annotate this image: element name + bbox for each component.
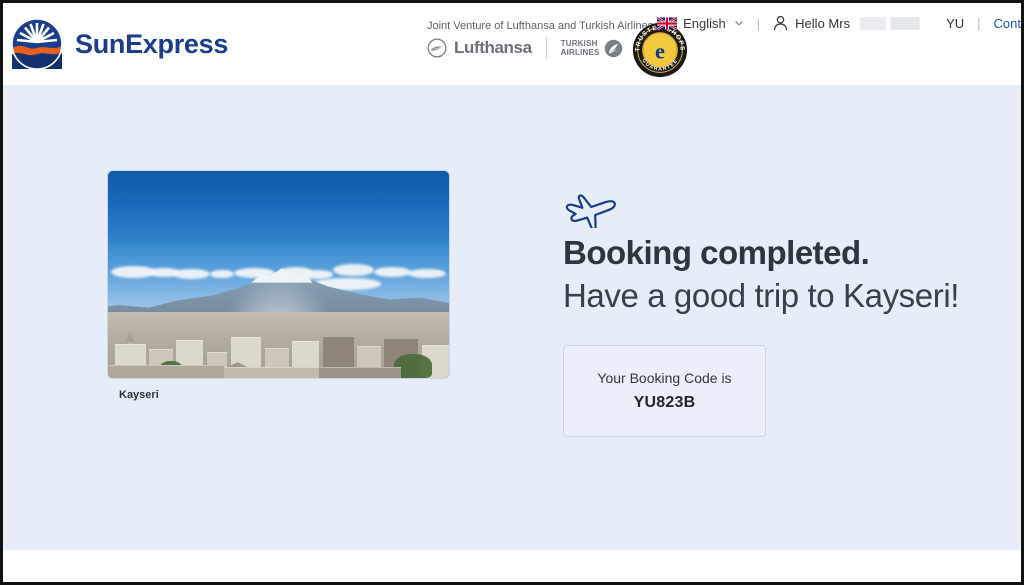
brand-logo[interactable]: SunExpress: [11, 18, 228, 70]
language-label: English: [683, 15, 726, 31]
headline-secondary: Have a good trip to Kayseri!: [563, 277, 960, 314]
user-greeting[interactable]: Hello Mrs YU: [773, 15, 964, 31]
airplane-icon: [565, 194, 616, 228]
contact-link[interactable]: Cont: [994, 16, 1021, 31]
lufthansa-crane-icon: [427, 38, 447, 58]
header-separator-2: |: [977, 15, 981, 31]
booking-code-label: Your Booking Code is: [597, 370, 732, 386]
partner-divider: [545, 37, 547, 59]
browser-screenshot: SunExpress Joint Venture of Lufthansa an…: [0, 0, 1024, 585]
language-selector[interactable]: English: [657, 16, 744, 31]
greeting-text: Hello Mrs: [795, 15, 851, 31]
site-header: SunExpress Joint Venture of Lufthansa an…: [3, 3, 1021, 85]
headline-primary: Booking completed.: [563, 234, 870, 271]
sunexpress-sun-logo-icon: [11, 18, 63, 70]
confirmation-content: Booking completed. Have a good trip to K…: [563, 188, 1013, 437]
page-footer: [3, 550, 1021, 582]
page-body: Kayseri Booking completed. Have a good t…: [3, 85, 1021, 550]
destination-photo: [108, 171, 449, 378]
svg-text:e: e: [655, 38, 665, 63]
booking-code-value: YU823B: [633, 394, 696, 411]
header-utility-nav: English | Hello Mrs YU | Cont: [657, 15, 1021, 31]
booking-code-box: Your Booking Code is YU823B: [563, 345, 766, 437]
person-icon: [774, 15, 788, 31]
lufthansa-logo: Lufthansa: [427, 38, 532, 58]
turkish-airlines-bird-icon: [604, 39, 622, 57]
turkish-wordmark-line1: TURKISH: [560, 39, 598, 48]
photo-cityscape: [108, 311, 449, 378]
destination-photo-card: Kayseri: [108, 171, 449, 401]
turkish-wordmark-line2: AIRLINES: [560, 48, 600, 57]
header-separator-1: |: [756, 15, 761, 31]
brand-name: SunExpress: [75, 28, 229, 59]
chevron-down-icon: [735, 21, 743, 26]
redacted-name: [860, 16, 937, 30]
photo-caption: Kayseri: [119, 389, 159, 401]
lufthansa-wordmark: Lufthansa: [454, 38, 532, 57]
turkish-airlines-logo: TURKISH AIRLINES: [561, 39, 623, 58]
uk-flag-icon: [657, 16, 678, 30]
user-initials: YU: [946, 15, 965, 31]
